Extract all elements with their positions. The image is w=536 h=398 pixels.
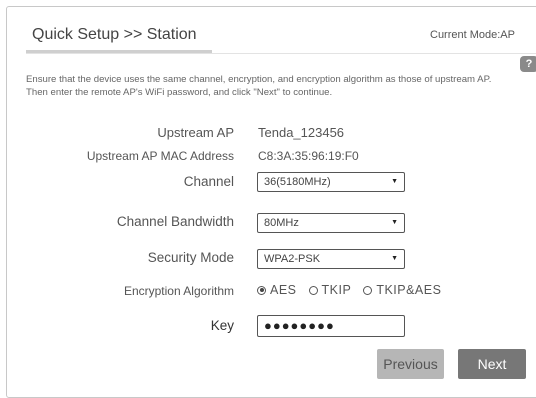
current-mode-label: Current Mode:AP — [430, 29, 515, 41]
next-button[interactable]: Next — [458, 349, 526, 379]
upstream-ap-value: Tenda_123456 — [258, 125, 345, 140]
encryption-label: Encryption Algorithm — [123, 284, 234, 298]
radio-tkip[interactable]: TKIP — [308, 283, 352, 297]
radio-aes[interactable]: AES — [257, 283, 297, 297]
instructions-line-2: Then enter the remote AP's WiFi password… — [26, 87, 333, 98]
channel-select-value: 36(5180MHz) — [264, 176, 331, 188]
bandwidth-select[interactable]: 80MHz ▼ — [257, 213, 405, 233]
radio-tkip-aes[interactable]: TKIP&AES — [363, 283, 441, 297]
radio-aes-label: AES — [270, 283, 297, 297]
key-input[interactable]: ●●●●●●●● — [257, 315, 405, 337]
instructions-line-1: Ensure that the device uses the same cha… — [26, 74, 492, 85]
radio-tkip-label: TKIP — [321, 283, 352, 297]
channel-label: Channel — [183, 174, 234, 189]
security-mode-label: Security Mode — [147, 250, 234, 265]
help-icon[interactable]: ? — [520, 56, 536, 72]
previous-button[interactable]: Previous — [377, 349, 444, 379]
bandwidth-select-value: 80MHz — [264, 217, 299, 229]
upstream-ap-label: Upstream AP — [157, 125, 234, 140]
page-title: Quick Setup >> Station — [32, 26, 197, 43]
instructions: Ensure that the device uses the same cha… — [26, 73, 536, 99]
radio-tkip-aes-label: TKIP&AES — [376, 283, 442, 297]
dropdown-arrow-icon: ▼ — [391, 255, 398, 262]
security-mode-select[interactable]: WPA2-PSK ▼ — [257, 249, 405, 269]
mac-address-label: Upstream AP MAC Address — [86, 149, 234, 163]
channel-select[interactable]: 36(5180MHz) ▼ — [257, 172, 405, 192]
encryption-radio-group: AES TKIP TKIP&AES — [257, 283, 441, 297]
radio-selected-icon — [257, 285, 266, 295]
radio-unselected-icon — [363, 285, 373, 295]
setup-panel — [6, 6, 536, 398]
mac-address-value: C8:3A:35:96:19:F0 — [258, 149, 359, 163]
dropdown-arrow-icon: ▼ — [391, 219, 398, 226]
radio-unselected-icon — [308, 285, 318, 295]
security-mode-select-value: WPA2-PSK — [264, 253, 321, 265]
key-label: Key — [210, 318, 234, 333]
bandwidth-label: Channel Bandwidth — [116, 214, 234, 229]
dropdown-arrow-icon: ▼ — [391, 178, 398, 185]
header-divider — [26, 53, 536, 54]
